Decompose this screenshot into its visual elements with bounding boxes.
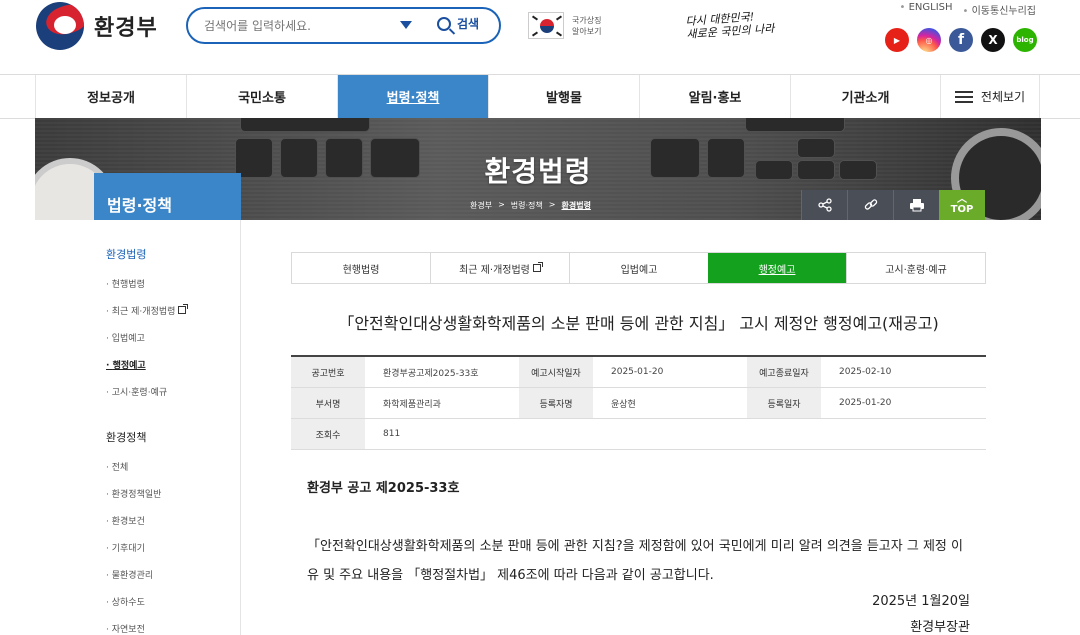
registrant-label: 등록자명 [519,388,593,418]
main-navigation: 정보공개 국민소통 법령·정책 발행물 알림·홍보 기관소개 전체보기 [0,74,1080,119]
lnb-item-notice-directive[interactable]: 고시·훈령·예규 [106,385,167,398]
hamburger-icon [954,90,973,103]
print-button[interactable] [893,190,939,220]
gnb-item-publications[interactable]: 발행물 [488,75,639,118]
side-navigation: 환경법령 현행법령 최근 제·개정법령 입법예고 행정예고 고시·훈령·예규 환… [94,220,241,635]
top-button[interactable]: ︿ TOP [939,190,985,220]
views-value: 811 [383,429,401,439]
ministry-emblem-icon [36,2,84,50]
site-logo[interactable]: 환경부 [36,2,158,50]
external-link-icon [532,262,543,272]
link-icon [864,199,877,210]
gnb-item-news-pr[interactable]: 알림·홍보 [639,75,790,118]
lnb-item-water-env[interactable]: 물환경관리 [106,568,153,581]
breadcrumb-current[interactable]: 환경법령 [561,200,590,211]
gnb-item-about[interactable]: 기관소개 [790,75,940,118]
lnb-item-recent-law[interactable]: 최근 제·개정법령 [106,304,189,317]
english-link[interactable]: ENGLISH [900,2,953,17]
notice-body: 「안전확인대상생활화학제품의 소분 판매 등에 관한 지침?을 제정함에 있어 … [307,539,963,583]
breadcrumb: 환경부 > 법령·정책 > 환경법령 [470,200,591,211]
dept-value: 화학제품관리과 [383,399,441,410]
lnb-title: 법령·정책 [94,173,241,220]
mobile-site-link[interactable]: 이동통신누리집 [963,2,1036,17]
table-row: 부서명 화학제품관리과 등록자명 윤상현 등록일자 2025-01-20 [291,388,986,419]
chevron-down-icon[interactable] [400,21,412,29]
end-date-label: 예고종료일자 [747,357,821,387]
all-menu-label: 전체보기 [980,90,1026,104]
gnb-item-info-disclosure[interactable]: 정보공개 [35,75,186,118]
search-button[interactable]: 검색 [437,15,479,32]
notice-signer: 환경부장관 [910,620,970,635]
government-slogan: 다시 대한민국! 새로운 국민의 나라 [685,9,775,41]
breadcrumb-section[interactable]: 법령·정책 [511,200,543,211]
share-button[interactable] [801,190,847,220]
copy-link-button[interactable] [847,190,893,220]
registrant-value: 윤상현 [611,399,636,410]
views-label: 조회수 [291,419,365,449]
search-icon [437,16,451,31]
print-icon [909,199,924,212]
lnb-item-current-law[interactable]: 현행법령 [106,277,145,290]
start-date-label: 예고시작일자 [519,357,593,387]
notice-heading: 환경부 공고 제2025-33호 [307,481,460,496]
table-row: 공고번호 환경부공고제2025-33호 예고시작일자 2025-01-20 예고… [291,357,986,388]
external-link-icon [178,304,189,314]
national-symbol-line1: 국가상징 [572,15,602,25]
lnb-item-env-health[interactable]: 환경보건 [106,514,145,527]
lnb-group-env-policy[interactable]: 환경정책 [106,429,146,445]
tab-administrative-notice[interactable]: 행정예고 [708,253,846,283]
document-info-table: 공고번호 환경부공고제2025-33호 예고시작일자 2025-01-20 예고… [291,355,986,450]
breadcrumb-home[interactable]: 환경부 [470,200,492,211]
search-button-label: 검색 [457,17,480,31]
national-symbol-line2: 알아보기 [572,26,602,36]
dept-label: 부서명 [291,388,365,418]
top-button-label: TOP [950,204,974,215]
lnb-item-water-sewage[interactable]: 상하수도 [106,595,145,608]
x-icon[interactable]: X [981,28,1005,52]
gnb-item-law-policy[interactable]: 법령·정책 [337,75,488,118]
all-menu-button[interactable]: 전체보기 [940,75,1040,118]
site-header: 환경부 검색 국가상징 알아보기 다시 대한민국! 새로운 국민의 나라 ENG… [0,0,1080,74]
search-box: 검색 [186,7,501,44]
tab-current-law[interactable]: 현행법령 [292,253,430,283]
tab-recent-law[interactable]: 최근 제·개정법령 [430,253,569,283]
national-symbol-link[interactable]: 국가상징 알아보기 [528,12,601,39]
share-icon [817,198,832,212]
lnb-item-legislative-notice[interactable]: 입법예고 [106,331,145,344]
law-tabs: 현행법령 최근 제·개정법령 입법예고 행정예고 고시·훈령·예규 [291,252,986,284]
lnb-group-env-law[interactable]: 환경법령 [106,246,146,262]
start-date-value: 2025-01-20 [611,367,664,377]
lnb-item-general-policy[interactable]: 환경정책일반 [106,487,162,500]
reg-date-value: 2025-01-20 [839,398,892,408]
lnb-item-nature[interactable]: 자연보전 [106,622,145,635]
search-input[interactable] [204,18,384,33]
reg-date-label: 등록일자 [747,388,821,418]
instagram-icon[interactable]: ◎ [917,28,941,52]
announcement-no-value: 환경부공고제2025-33호 [383,368,479,379]
table-row: 조회수 811 [291,419,986,450]
taegukgi-flag-icon [528,12,564,39]
sns-links: ▶ ◎ f X blog [885,28,1037,52]
lnb-item-administrative-notice[interactable]: 행정예고 [106,358,146,371]
tab-legislative-notice[interactable]: 입법예고 [569,253,708,283]
blog-icon[interactable]: blog [1013,28,1037,52]
youtube-icon[interactable]: ▶ [885,28,909,52]
facebook-icon[interactable]: f [949,28,973,52]
top-links: ENGLISH 이동통신누리집 [900,2,1036,17]
logo-text: 환경부 [94,16,158,41]
end-date-value: 2025-02-10 [839,367,892,377]
document-title: 「안전확인대상생활화학제품의 소분 판매 등에 관한 지침」 고시 제정안 행정… [338,314,939,333]
announcement-no-label: 공고번호 [291,357,365,387]
gnb-item-communication[interactable]: 국민소통 [186,75,337,118]
tab-notice-directive[interactable]: 고시·훈령·예규 [846,253,985,283]
lnb-item-climate-air[interactable]: 기후대기 [106,541,145,554]
lnb-item-all[interactable]: 전체 [106,460,129,473]
notice-date: 2025년 1월20일 [872,594,970,609]
